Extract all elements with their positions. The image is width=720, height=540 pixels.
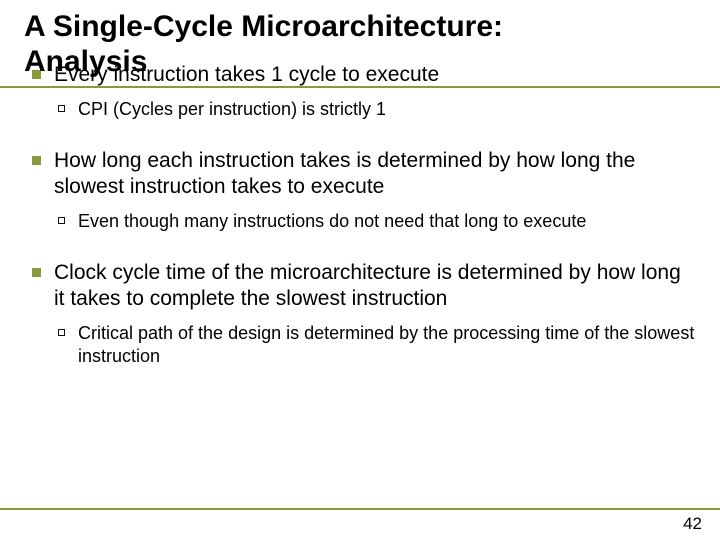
slide-title: A Single-Cycle Microarchitecture: Analys… (24, 10, 696, 79)
bullet-l2: CPI (Cycles per instruction) is strictly… (56, 98, 696, 121)
bullet-l1: How long each instruction takes is deter… (28, 148, 696, 201)
content-area: Every instruction takes 1 cycle to execu… (28, 62, 696, 395)
bullet-block-2: How long each instruction takes is deter… (28, 148, 696, 234)
page-number: 42 (683, 514, 702, 534)
bullet-l2: Critical path of the design is determine… (56, 322, 696, 369)
slide: A Single-Cycle Microarchitecture: Analys… (0, 0, 720, 540)
bullet-block-3: Clock cycle time of the microarchitectur… (28, 260, 696, 369)
bullet-l2: Even though many instructions do not nee… (56, 210, 696, 233)
bullet-l1: Clock cycle time of the microarchitectur… (28, 260, 696, 313)
title-line-1: A Single-Cycle Microarchitecture: (24, 10, 696, 45)
footer-rule (0, 508, 720, 510)
title-line-2: Analysis (24, 45, 696, 80)
